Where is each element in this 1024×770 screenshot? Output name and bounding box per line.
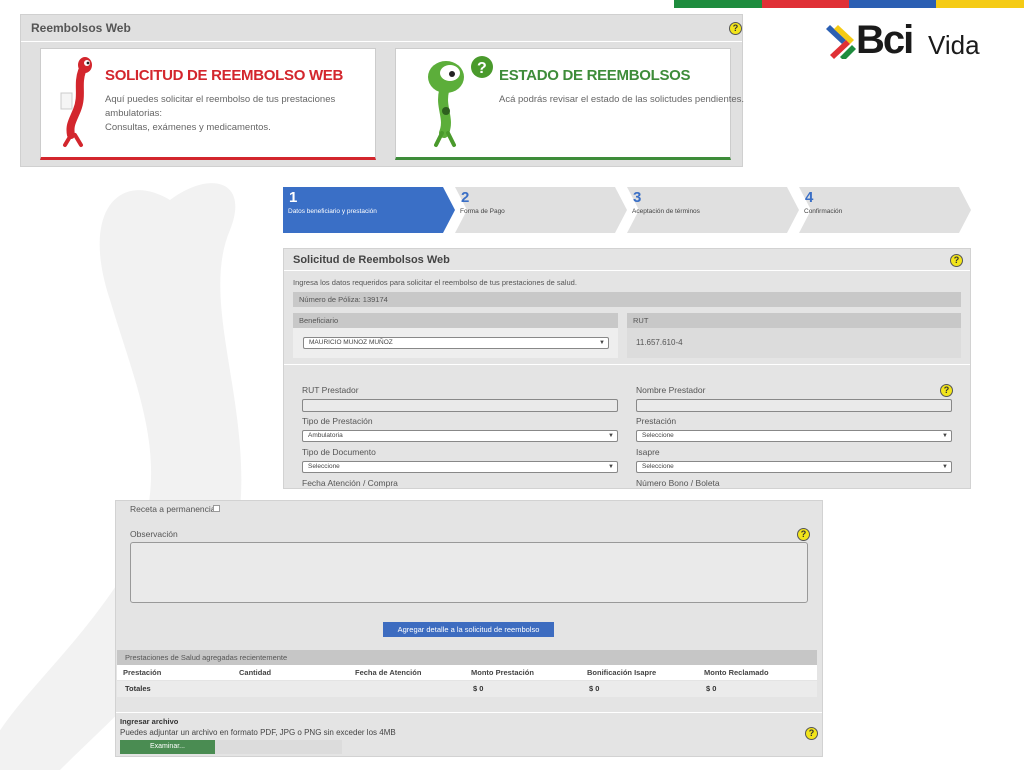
wizard-step-4[interactable]: 4 Confirmación (799, 187, 949, 233)
rut-prestador-label: RUT Prestador (302, 385, 359, 395)
step-label: Datos beneficiario y prestación (288, 208, 377, 215)
isapre-select[interactable]: Seleccione ▼ (636, 461, 952, 473)
fecha-atencion-label: Fecha Atención / Compra (302, 478, 398, 488)
column-header: Monto Prestación (471, 668, 534, 677)
prestacion-label: Prestación (636, 416, 677, 426)
stripe-green (674, 0, 762, 8)
chevron-down-icon: ▼ (608, 433, 614, 439)
chevron-down-icon: ▼ (599, 340, 605, 346)
card-description: Acá podrás revisar el estado de las soli… (499, 93, 759, 107)
policy-bar: Número de Póliza: 139174 (293, 292, 961, 307)
divider (116, 712, 822, 713)
card-description: Aquí puedes solicitar el reembolso de tu… (105, 93, 365, 135)
wizard-step-2[interactable]: 2 Forma de Pago (455, 187, 605, 233)
panel-header: Reembolsos Web ? (21, 15, 742, 42)
nombre-prestador-input[interactable] (636, 399, 952, 412)
logo-mark-icon (826, 25, 856, 59)
chevron-down-icon: ▼ (942, 433, 948, 439)
chevron-down-icon: ▼ (942, 464, 948, 470)
solicitud-reembolso-card[interactable]: SOLICITUD DE REEMBOLSO WEB Aquí puedes s… (40, 48, 376, 160)
tipo-documento-label: Tipo de Documento (302, 447, 376, 457)
wizard-step-1[interactable]: 1 Datos beneficiario y prestación (283, 187, 443, 233)
bci-vida-logo: Bci Vida (826, 18, 996, 62)
prestacion-value: Seleccione (642, 432, 674, 439)
beneficiary-select[interactable]: MAURICIO MUNOZ MUÑOZ ▼ (303, 337, 609, 349)
step-label: Forma de Pago (460, 208, 505, 215)
reembolsos-web-panel: Reembolsos Web ? SOLICITUD DE REEMBOLSO … (20, 14, 744, 167)
help-icon[interactable]: ? (805, 727, 818, 740)
observacion-textarea[interactable] (130, 542, 808, 603)
nombre-prestador-label: Nombre Prestador (636, 385, 706, 395)
stripe-blue (849, 0, 936, 8)
estado-reembolsos-card[interactable]: ? ESTADO DE REEMBOLSOS Acá podrás revisa… (395, 48, 744, 160)
total-value: $ 0 (473, 684, 484, 693)
help-icon[interactable]: ? (729, 22, 742, 35)
solicitud-form-panel: Solicitud de Reembolsos Web ? Ingresa lo… (283, 248, 971, 489)
total-value: $ 0 (706, 684, 717, 693)
table-totals-row: Totales $ 0 $ 0 $ 0 (117, 681, 817, 697)
chevron-down-icon: ▼ (608, 464, 614, 470)
logo-text: Bci (856, 18, 914, 62)
rut-value: 11.657.610-4 (636, 338, 683, 347)
stripe-red (762, 0, 849, 8)
total-value: $ 0 (589, 684, 600, 693)
divider (284, 270, 970, 271)
panel-title: Reembolsos Web (31, 21, 131, 35)
logo-subtext: Vida (928, 30, 980, 60)
step-number: 4 (805, 189, 814, 206)
card-description-line1: Acá podrás revisar el estado de las soli… (499, 94, 745, 105)
help-icon[interactable]: ? (940, 384, 953, 397)
isapre-value: Seleccione (642, 463, 674, 470)
step-label: Confirmación (804, 208, 843, 215)
browse-button[interactable]: Examinar... (120, 740, 215, 754)
step-number: 3 (633, 189, 642, 206)
receta-checkbox[interactable] (213, 505, 220, 512)
beneficiary-label-bar: Beneficiario (293, 313, 618, 328)
column-header: Fecha de Atención (355, 668, 422, 677)
column-header: Bonificación Isapre (587, 668, 657, 677)
tipo-documento-select[interactable]: Seleccione ▼ (302, 461, 618, 473)
step-number: 1 (289, 189, 298, 206)
form-title: Solicitud de Reembolsos Web (293, 254, 450, 266)
stripe-yellow (936, 0, 1024, 8)
rut-label-bar: RUT (627, 313, 961, 328)
numero-bono-label: Número Bono / Boleta (636, 478, 720, 488)
form-intro: Ingresa los datos requeridos para solici… (293, 278, 577, 287)
upload-description: Puedes adjuntar un archivo en formato PD… (120, 728, 396, 737)
red-mascot-icon (60, 57, 92, 147)
card-description-line1: Aquí puedes solicitar el reembolso de tu… (105, 94, 336, 119)
tipo-prestacion-value: Ambulatoria (308, 432, 343, 439)
card-title: SOLICITUD DE REEMBOLSO WEB (105, 67, 344, 84)
receta-label: Receta a permanencia (130, 504, 216, 514)
step-label: Aceptación de términos (632, 208, 700, 215)
column-header: Prestación (123, 668, 162, 677)
tipo-documento-value: Seleccione (308, 463, 340, 470)
beneficiary-select-value: MAURICIO MUNOZ MUÑOZ (309, 339, 393, 346)
file-name-field (215, 740, 342, 754)
divider (284, 364, 970, 365)
card-description-line2: Consultas, exámenes y medicamentos. (105, 122, 271, 133)
isapre-label: Isapre (636, 447, 660, 457)
green-mascot-icon: ? (428, 56, 493, 147)
prestacion-select[interactable]: Seleccione ▼ (636, 430, 952, 442)
upload-title: Ingresar archivo (120, 717, 179, 726)
totals-label: Totales (125, 684, 151, 693)
help-icon[interactable]: ? (950, 254, 963, 267)
card-title: ESTADO DE REEMBOLSOS (499, 67, 691, 84)
tipo-prestacion-select[interactable]: Ambulatoria ▼ (302, 430, 618, 442)
tipo-prestacion-label: Tipo de Prestación (302, 416, 373, 426)
observacion-label: Observación (130, 529, 178, 539)
table-header-row: Prestación Cantidad Fecha de Atención Mo… (117, 665, 817, 680)
wizard-step-3[interactable]: 3 Aceptación de términos (627, 187, 777, 233)
step-number: 2 (461, 189, 470, 206)
svg-text:?: ? (477, 60, 487, 77)
rut-prestador-input[interactable] (302, 399, 618, 412)
column-header: Monto Reclamado (704, 668, 769, 677)
help-icon[interactable]: ? (797, 528, 810, 541)
add-detail-button[interactable]: Agregar detalle a la solicitud de reembo… (383, 622, 554, 637)
recent-header-bar: Prestaciones de Salud agregadas reciente… (117, 650, 817, 665)
column-header: Cantidad (239, 668, 272, 677)
